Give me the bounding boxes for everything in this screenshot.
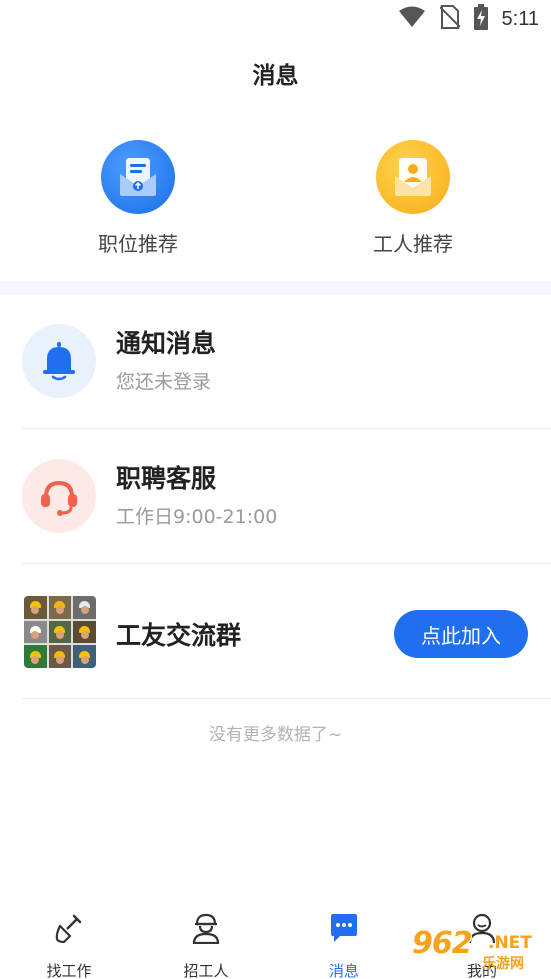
no-sim-icon: [438, 5, 461, 33]
job-recommend-label: 职位推荐: [98, 232, 178, 256]
page-title: 消息: [252, 63, 299, 89]
list-item-customer-service[interactable]: 职聘客服 工作日9:00-21:00: [22, 429, 551, 564]
nav-item-find-job[interactable]: 找工作: [9, 910, 129, 979]
job-recommend-shortcut[interactable]: 职位推荐: [58, 140, 218, 257]
status-bar: 5:11: [0, 0, 551, 38]
worker-recommend-label: 工人推荐: [373, 232, 453, 256]
nav-label-hire-worker: 招工人: [183, 962, 229, 979]
worker-group-title: 工友交流群: [116, 621, 242, 650]
chat-bubble-icon: [284, 910, 404, 946]
watermark-number: 962: [412, 926, 473, 961]
wifi-icon: [398, 6, 426, 32]
watermark-site: 乐游网: [482, 956, 524, 972]
notification-subtitle: 您还未登录: [116, 371, 212, 393]
list-item-worker-group[interactable]: 工友交流群 点此加入: [22, 564, 551, 699]
headset-icon: [22, 459, 96, 533]
notification-title: 通知消息: [116, 329, 217, 358]
battery-charging-icon: [473, 4, 488, 34]
group-photo-icon: [24, 596, 96, 668]
list-item-notification[interactable]: 通知消息 您还未登录: [22, 294, 551, 429]
status-icons: 5:11: [398, 4, 539, 34]
clock: 5:11: [501, 7, 539, 30]
nav-item-messages[interactable]: 消息: [284, 910, 404, 979]
worker-recommend-shortcut[interactable]: 工人推荐: [333, 140, 493, 257]
customer-service-title: 职聘客服: [116, 464, 217, 493]
no-more-data-text: 没有更多数据了~: [208, 725, 343, 745]
site-watermark: 962 .NET 乐游网: [412, 926, 548, 976]
join-group-button[interactable]: 点此加入: [394, 610, 528, 658]
customer-service-hours: 工作日9:00-21:00: [116, 506, 278, 528]
nav-label-find-job: 找工作: [46, 962, 92, 979]
nav-item-hire-worker[interactable]: 招工人: [146, 910, 266, 979]
nav-label-messages: 消息: [328, 962, 359, 979]
worker-helmet-icon: [146, 910, 266, 946]
shovel-icon: [9, 910, 129, 946]
bell-icon: [22, 324, 96, 398]
watermark-suffix: .NET: [488, 933, 532, 953]
section-divider: [0, 281, 551, 295]
job-recommend-icon: [101, 140, 175, 214]
worker-recommend-icon: [376, 140, 450, 214]
